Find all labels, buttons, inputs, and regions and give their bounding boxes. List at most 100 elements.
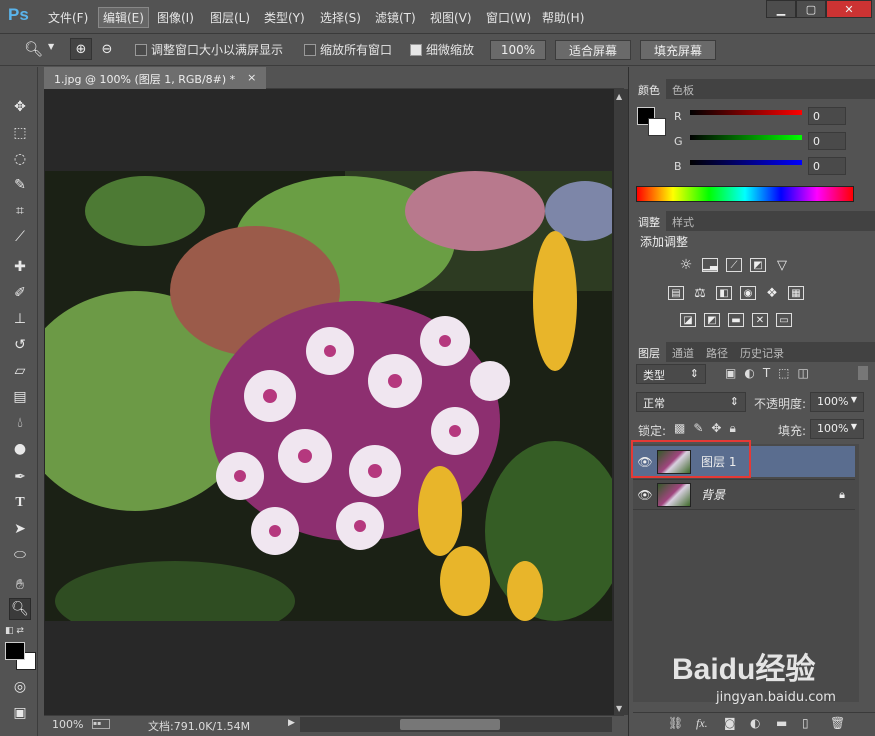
adjustment-filter-icon[interactable]: ◐ [744,366,754,380]
history-brush-icon[interactable]: ↺ [9,334,31,356]
quick-mask-icon[interactable]: ◎ [9,676,31,698]
type-filter-icon[interactable]: T [763,366,770,380]
menu-window[interactable]: 窗口(W) [486,9,531,26]
photo-filter-icon[interactable]: ◉ [740,286,756,300]
selective-color-icon[interactable]: ✕ [752,313,768,327]
curves-icon[interactable]: ⟋ [726,258,742,272]
close-window-icon[interactable]: ✕ [826,0,872,18]
default-colors-icon[interactable]: ◧ ⇄ [5,626,24,636]
actual-pixels-button[interactable]: 100% [490,40,546,60]
add-mask-icon[interactable]: ◙ [724,716,736,730]
menu-layer[interactable]: 图层(L) [210,9,250,26]
vertical-scrollbar[interactable] [614,89,628,715]
threshold-icon[interactable]: ▬ [728,313,744,327]
gradient-tool-icon[interactable]: ▤ [9,386,31,408]
chevron-down-icon[interactable]: ▼ [48,42,54,51]
levels-icon[interactable]: ▁▃ [702,258,718,272]
scrubby-zoom-checkbox[interactable]: 细微缩放 [410,41,474,58]
lock-pixels-icon[interactable]: ✎ [693,421,703,436]
horizontal-scrollbar[interactable] [300,717,612,732]
r-value-input[interactable]: 0 [808,107,846,125]
fill-input[interactable]: 100% ▼ [810,419,864,439]
visibility-eye-icon[interactable]: 👁︎ [633,488,657,502]
healing-brush-icon[interactable]: ✚ [9,256,31,278]
tab-channels[interactable]: 通道 [666,342,700,362]
r-slider[interactable] [690,110,802,115]
menu-file[interactable]: 文件(F) [48,9,88,26]
brightness-icon[interactable]: ☼ [678,257,694,273]
dodge-tool-icon[interactable]: ● [9,438,31,460]
zoom-level[interactable]: 100% [52,718,83,731]
scroll-up-icon[interactable]: ▲ [616,92,622,101]
ellipse-tool-icon[interactable]: ⬭ [9,544,31,566]
new-group-icon[interactable]: ▬ [776,716,787,730]
menu-select[interactable]: 选择(S) [320,9,361,26]
blend-mode-dropdown[interactable]: 正常 ⇕ [636,392,746,412]
tab-adjustments[interactable]: 调整 [632,211,666,231]
flower-photo[interactable] [45,171,612,621]
eraser-tool-icon[interactable]: ▱ [9,360,31,382]
menu-view[interactable]: 视图(V) [430,9,472,26]
stamp-tool-icon[interactable]: ⊥ [9,308,31,330]
b-slider[interactable] [690,160,802,165]
marquee-tool-icon[interactable]: ⬚ [9,122,31,144]
pen-tool-icon[interactable]: ✒ [9,466,31,488]
b-value-input[interactable]: 0 [808,157,846,175]
menu-help[interactable]: 帮助(H) [542,9,584,26]
type-tool-icon[interactable]: T [9,492,31,514]
color-spectrum[interactable] [636,186,854,202]
scroll-thumb[interactable] [400,719,500,730]
background-swatch[interactable] [648,118,666,136]
vibrance-icon[interactable]: ▽ [774,258,790,273]
gradient-map-icon[interactable]: ▭ [776,313,792,327]
image-filter-icon[interactable]: ▣ [725,366,736,380]
brush-tool-icon[interactable]: ✐ [9,282,31,304]
menu-filter[interactable]: 滤镜(T) [375,9,416,26]
zoom-tool-icon[interactable]: 🔍︎ [9,598,31,620]
crop-tool-icon[interactable]: ⌗ [9,200,31,222]
black-white-icon[interactable]: ◧ [716,286,732,300]
close-tab-icon[interactable]: × [247,71,256,85]
g-value-input[interactable]: 0 [808,132,846,150]
link-layers-icon[interactable]: ⛓︎ [668,716,683,730]
eyedropper-tool-icon[interactable]: ⟋ [9,226,31,248]
tab-history[interactable]: 历史记录 [734,342,790,362]
document-tab[interactable]: 1.jpg @ 100% (图层 1, RGB/8#) * × [44,67,267,89]
fx-icon[interactable]: fx. [696,716,708,731]
menu-image[interactable]: 图像(I) [157,9,194,26]
quick-select-tool-icon[interactable]: ✎ [9,174,31,196]
new-layer-icon[interactable]: ▯ [802,716,809,730]
delete-layer-icon[interactable]: 🗑︎ [830,716,845,730]
filter-toggle[interactable] [858,366,868,380]
menu-type[interactable]: 类型(Y) [264,9,305,26]
g-slider[interactable] [690,135,802,140]
smart-object-filter-icon[interactable]: ◫ [798,366,809,380]
channel-mixer-icon[interactable]: ❖ [764,286,780,301]
hue-saturation-icon[interactable]: ▤ [668,286,684,300]
adjustment-layer-icon[interactable]: ◐ [750,716,760,730]
color-balance-icon[interactable]: ⚖ [692,286,708,301]
posterize-icon[interactable]: ◩ [704,313,720,327]
lock-all-icon[interactable]: 🔒︎ [729,421,735,436]
move-tool-icon[interactable]: ✥ [9,96,31,118]
layer-filter-dropdown[interactable]: 类型 ⇕ [636,364,706,384]
lock-position-icon[interactable]: ✥ [711,421,721,436]
hand-tool-icon[interactable]: ✋︎ [9,574,31,596]
opacity-input[interactable]: 100% ▼ [810,392,864,412]
exposure-icon[interactable]: ◩ [750,258,766,272]
status-menu-icon[interactable]: ▶ [288,718,295,728]
fit-screen-button[interactable]: 适合屏幕 [555,40,631,60]
path-select-icon[interactable]: ➤ [9,518,31,540]
tab-styles[interactable]: 样式 [666,211,700,231]
zoom-tool-icon[interactable]: 🔍︎ [24,40,43,58]
invert-icon[interactable]: ◪ [680,313,696,327]
maximize-icon[interactable]: ▢ [796,0,826,18]
foreground-color-swatch[interactable] [5,642,25,660]
tab-layers[interactable]: 图层 [632,342,666,362]
zoom-out-icon[interactable]: ⊖ [96,38,118,60]
color-lookup-icon[interactable]: ▦ [788,286,804,300]
shape-filter-icon[interactable]: ⬚ [778,366,789,380]
layer-row-background[interactable]: 👁︎ 背景 🔒︎ [633,479,855,510]
tab-color[interactable]: 颜色 [632,79,666,99]
tab-swatches[interactable]: 色板 [666,79,700,99]
